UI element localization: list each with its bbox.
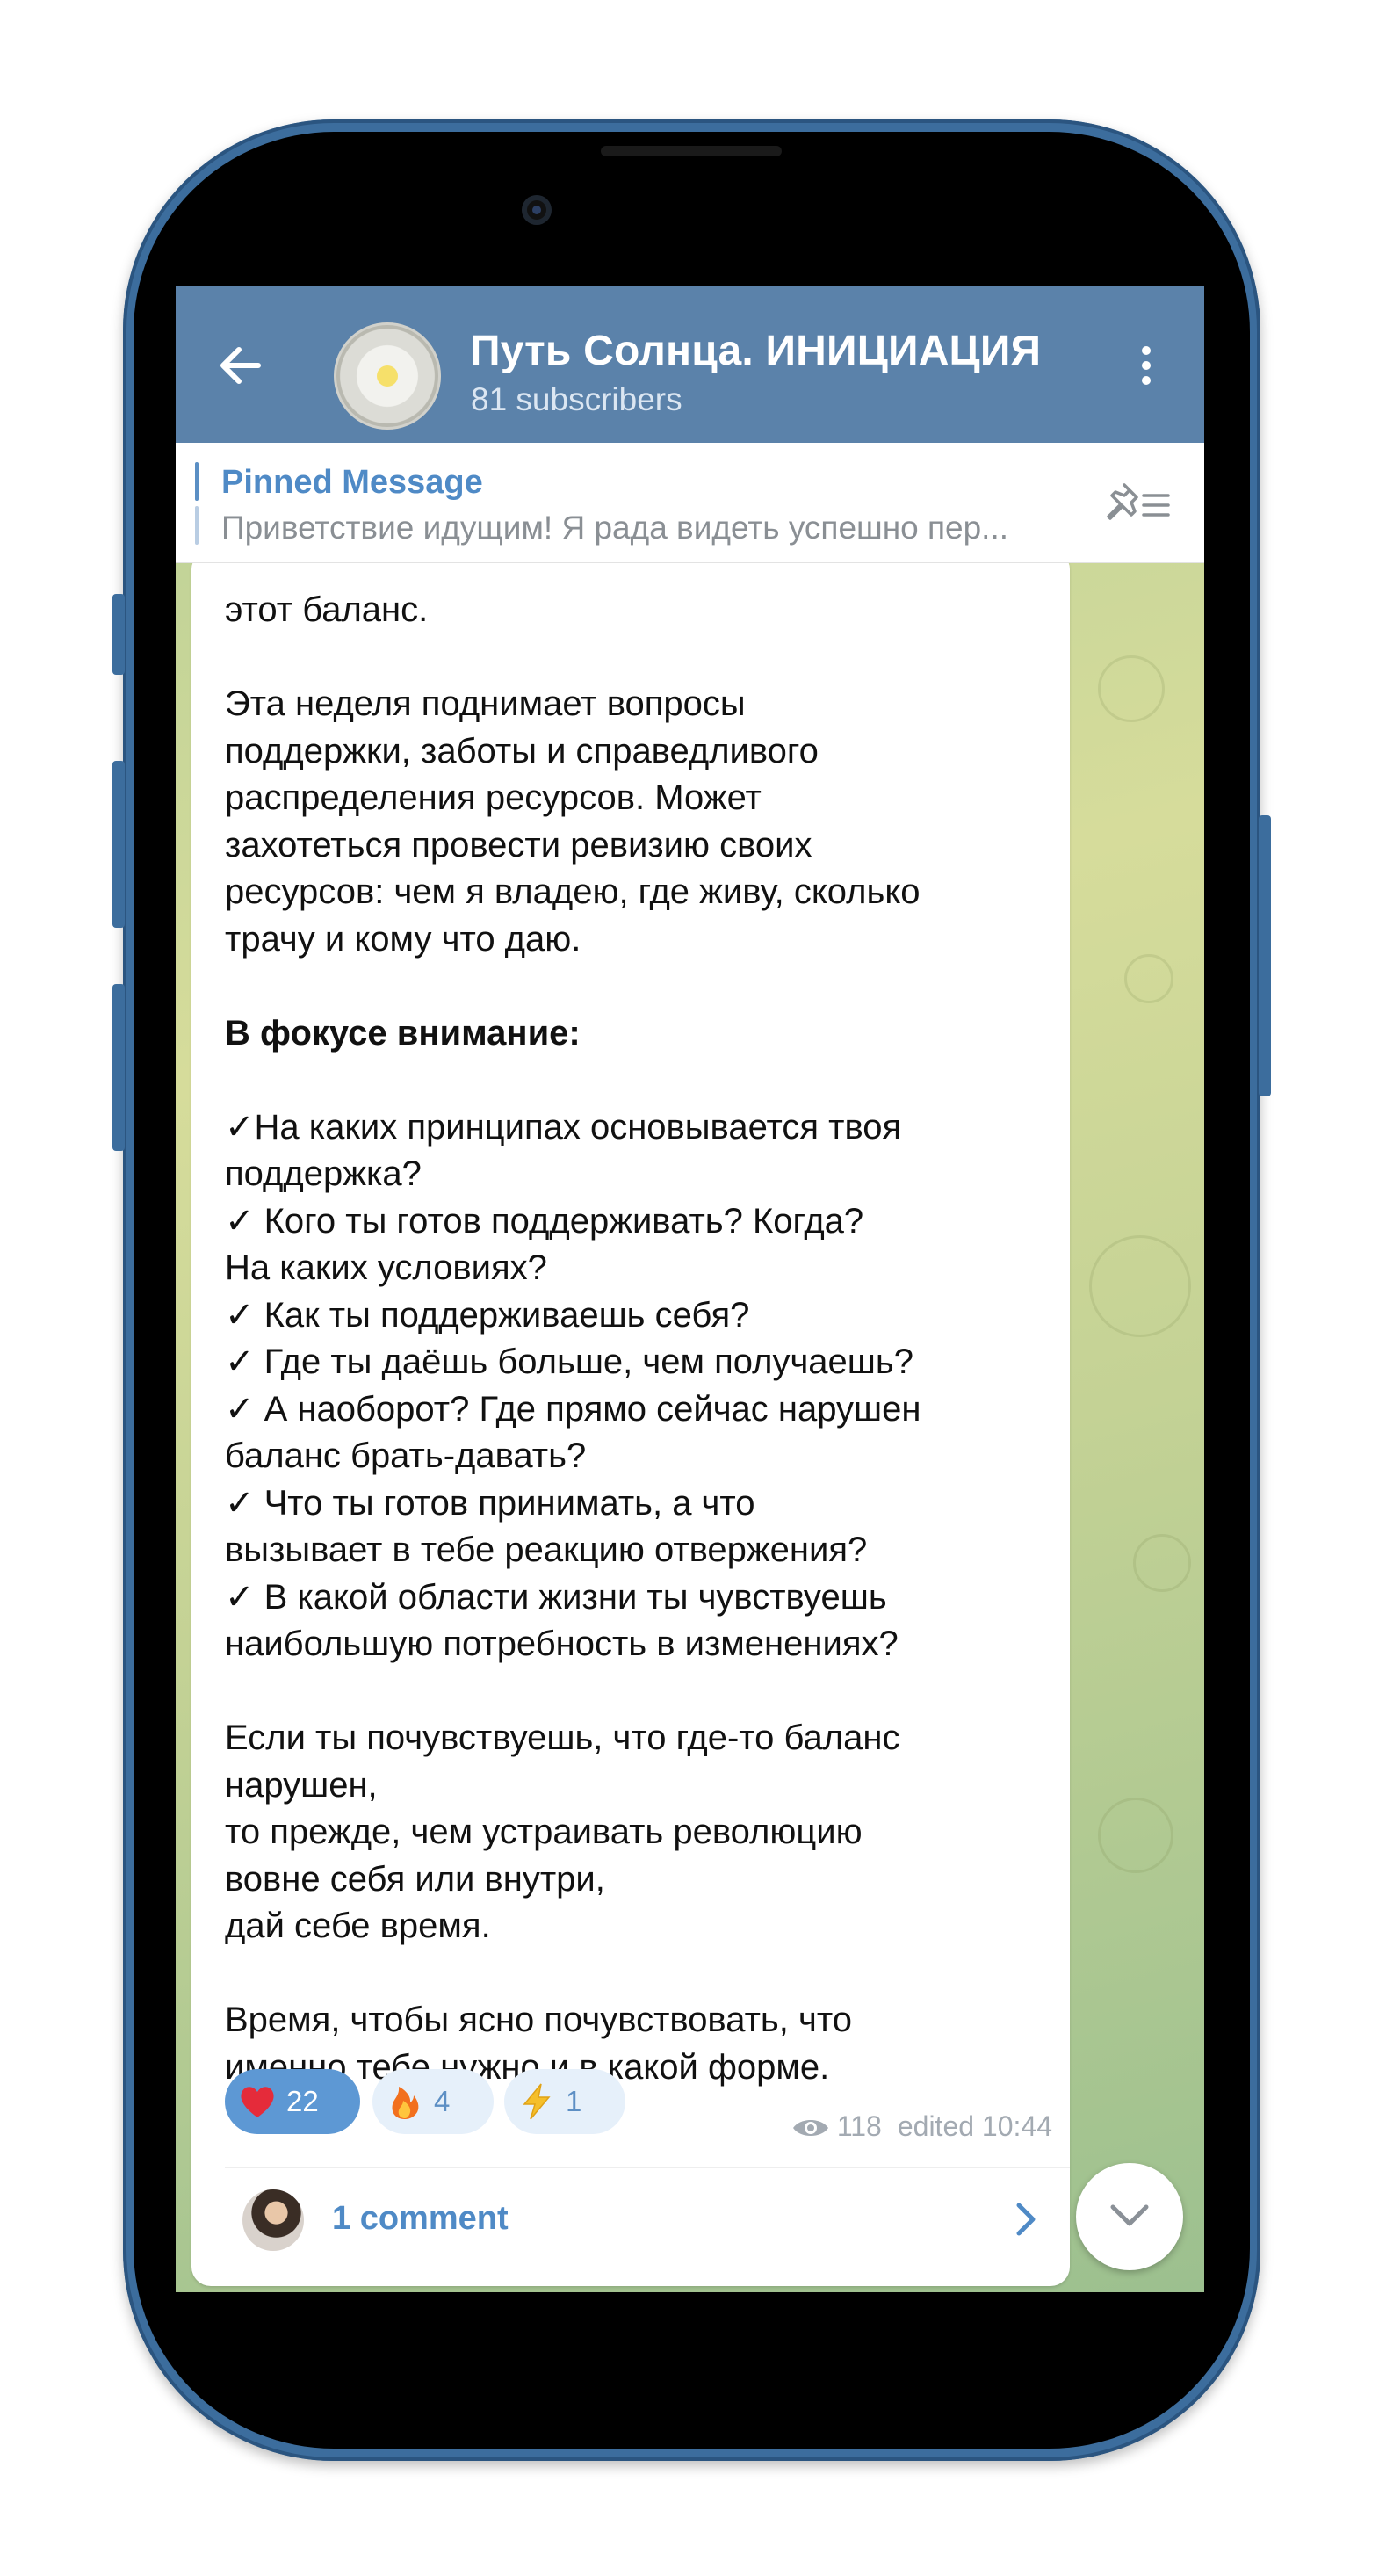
fire-icon	[385, 2081, 425, 2122]
chevron-right-icon	[1008, 2198, 1043, 2240]
post-text-line: Время, чтобы ясно почувствовать, что	[225, 2001, 852, 2039]
post-text-line	[225, 634, 1050, 682]
post-text-line: то прежде, чем устраивать революцию	[225, 1813, 863, 1851]
post-text-line: нарушен,	[225, 1765, 378, 1805]
pinned-text: Приветствие идущим! Я рада видеть успешн…	[221, 510, 1009, 546]
post-text-line: ✓ А наоборот? Где прямо сейчас нарушен	[225, 1389, 921, 1429]
comments-label: 1 comment	[332, 2200, 509, 2237]
views-count: 118	[836, 2110, 882, 2142]
front-camera	[522, 195, 552, 225]
post-text-line: наибольшую потребность в изменениях?	[225, 1624, 899, 1663]
mute-switch	[112, 594, 125, 675]
post-meta: 118 edited 10:44	[791, 2110, 1052, 2143]
reaction-count: 4	[434, 2085, 451, 2117]
speaker-grille	[601, 146, 782, 156]
pin-indicator	[195, 506, 199, 545]
post-text-line	[225, 1057, 1050, 1104]
pinned-message-bar[interactable]: Pinned Message Приветствие идущим! Я рад…	[176, 443, 1204, 563]
chat-header: Путь Солнца. ИНИЦИАЦИЯ 81 subscribers	[176, 286, 1204, 443]
volume-up-button	[112, 761, 125, 928]
post-text-line	[225, 1950, 1050, 1998]
telegram-screen: этот баланс. Эта неделя поднимает вопросы…	[176, 286, 1204, 2292]
comments-link[interactable]: 1 comment	[191, 2168, 1070, 2274]
post-text-line	[225, 1668, 1050, 1716]
post-text-line: Если ты почувствуешь, что где-то баланс	[225, 1719, 900, 1757]
post-text-line: ✓На каких принципах основывается твоя	[225, 1107, 902, 1147]
post-text-line	[225, 963, 1050, 1010]
chevron-down-icon	[1108, 2198, 1152, 2238]
edited-time: edited 10:44	[897, 2110, 1052, 2142]
channel-title[interactable]: Путь Солнца. ИНИЦИАЦИЯ	[470, 327, 1041, 375]
post-text-line: В фокусе внимание:	[225, 1013, 581, 1053]
reaction-heart[interactable]: 22	[225, 2069, 360, 2134]
channel-avatar[interactable]	[334, 322, 441, 430]
post-text-line: поддержки, заботы и справедливого	[225, 731, 819, 771]
lightning-icon	[516, 2081, 557, 2122]
post-text-line: Эта неделя поднимает вопросы	[225, 684, 746, 723]
post-text-line: ✓ В какой области жизни ты чувствуешь	[225, 1577, 887, 1617]
pin-indicator	[195, 462, 199, 501]
reaction-fire[interactable]: 4	[372, 2069, 494, 2134]
post-text-line: вызывает в тебе реакцию отвержения?	[225, 1530, 868, 1569]
post-text-line: ✓ Как ты поддерживаешь себя?	[225, 1295, 750, 1335]
post-text-line: На каких условиях?	[225, 1248, 547, 1287]
post-text-line: ✓ Кого ты готов поддерживать? Когда?	[225, 1201, 864, 1241]
post-text-line: захотеться провести ревизию своих	[225, 825, 812, 865]
post-text-line: распределения ресурсов. Может	[225, 778, 762, 817]
reaction-count: 1	[566, 2085, 582, 2117]
commenter-avatar	[242, 2189, 304, 2251]
post-text-line: вовне себя или внутри,	[225, 1859, 605, 1899]
pinned-label: Pinned Message	[221, 464, 483, 501]
volume-down-button	[112, 984, 125, 1151]
reaction-lightning[interactable]: 1	[504, 2069, 625, 2134]
post-text-line: ресурсов: чем я владею, где живу, скольк…	[225, 872, 921, 911]
back-arrow-icon[interactable]	[214, 339, 267, 392]
scroll-down-button[interactable]	[1076, 2163, 1183, 2270]
channel-post: этот баланс. Эта неделя поднимает вопросы…	[191, 550, 1070, 2286]
post-text-line: дай себе время.	[225, 1907, 491, 1945]
post-text-line: поддержка?	[225, 1154, 422, 1193]
heart-icon	[237, 2081, 278, 2122]
more-vert-icon[interactable]	[1124, 339, 1166, 392]
post-text-line: ✓ Где ты даёшь больше, чем получаешь?	[225, 1342, 913, 1381]
post-text-line: ✓ Что ты готов принимать, а что	[225, 1483, 755, 1523]
power-button	[1259, 815, 1271, 1096]
reaction-count: 22	[286, 2085, 319, 2117]
post-text-line: баланс брать-давать?	[225, 1436, 587, 1475]
subscriber-count: 81 subscribers	[471, 381, 682, 417]
post-text-line: этот баланс.	[225, 590, 429, 629]
post-text: этот баланс. Эта неделя поднимает вопросы…	[225, 587, 1050, 2091]
pinned-list-icon[interactable]	[1105, 478, 1172, 531]
eye-icon	[791, 2115, 830, 2139]
post-text-line: трачу и кому что даю.	[225, 919, 581, 959]
